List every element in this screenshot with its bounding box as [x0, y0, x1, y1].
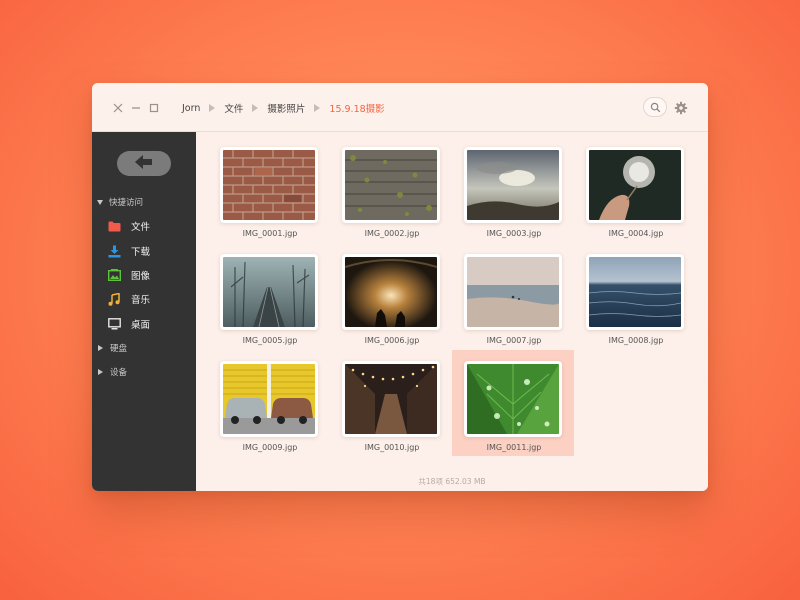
file-tile[interactable]: IMG_0007.jgp [452, 250, 564, 353]
file-name: IMG_0010.jgp [364, 443, 420, 452]
thumbnail [342, 361, 440, 437]
search-icon [650, 98, 661, 117]
sidebar-item-music[interactable]: 音乐 [107, 290, 187, 308]
file-tile[interactable]: IMG_0010.jgp [330, 357, 442, 460]
photo-wood-planks [345, 150, 437, 220]
photo-cloudy-sky [467, 150, 559, 220]
file-name: IMG_0006.jgp [364, 336, 420, 345]
file-tile[interactable]: IMG_0004.jgp [574, 143, 686, 246]
breadcrumb-item-photos[interactable]: 摄影照片 [267, 101, 305, 115]
close-icon[interactable] [111, 100, 125, 114]
desktop-icon [107, 317, 121, 331]
file-tile[interactable]: IMG_0003.jgp [452, 143, 564, 246]
sidebar-item-label: 文件 [131, 222, 151, 233]
file-name: IMG_0003.jgp [486, 229, 542, 238]
thumbnail [464, 361, 562, 437]
thumbnail [586, 254, 684, 330]
breadcrumb: Jorn 文件 摄影照片 15.9.18摄影 [182, 100, 385, 116]
thumbnail [586, 147, 684, 223]
thumbnail [220, 361, 318, 437]
back-button[interactable] [117, 151, 171, 176]
file-tile[interactable]: IMG_0009.jgp [208, 357, 320, 460]
maximize-icon[interactable] [147, 100, 161, 114]
section-label: 硬盘 [110, 344, 128, 354]
file-tile[interactable]: IMG_0005.jgp [208, 250, 320, 353]
title-bar: Jorn 文件 摄影照片 15.9.18摄影 [92, 83, 708, 132]
breadcrumb-item-user[interactable]: Jorn [182, 103, 200, 114]
file-tile[interactable]: IMG_0002.jgp [330, 143, 442, 246]
file-name: IMG_0004.jgp [608, 229, 664, 238]
photo-concert-light [345, 257, 437, 327]
sidebar-item-label: 桌面 [131, 320, 151, 331]
search-button[interactable] [643, 97, 667, 117]
breadcrumb-item-files[interactable]: 文件 [224, 101, 243, 115]
status-bar-summary: 共18项 652.03 MB [418, 477, 486, 486]
sidebar: 快捷访问 文件 下载 图像 音乐 桌面 硬盘 设备 [92, 132, 196, 491]
photo-foggy-railway [223, 257, 315, 327]
file-manager-window: Jorn 文件 摄影照片 15.9.18摄影 快捷访问 文件 下载 图像 音乐 … [92, 83, 708, 491]
sidebar-item-images[interactable]: 图像 [107, 266, 187, 284]
photo-brick-wall [223, 150, 315, 220]
music-icon [107, 292, 121, 306]
thumbnail [342, 147, 440, 223]
expand-arrow-icon [97, 199, 103, 205]
sidebar-item-files[interactable]: 文件 [107, 217, 187, 235]
thumbnail [342, 254, 440, 330]
collapse-arrow-icon [98, 345, 103, 351]
collapse-arrow-icon [98, 369, 103, 375]
file-tile[interactable]: IMG_0008.jgp [574, 250, 686, 353]
file-name: IMG_0011.jgp [486, 443, 542, 452]
thumbnail [220, 147, 318, 223]
section-label: 设备 [110, 368, 128, 378]
file-name: IMG_0008.jgp [608, 336, 664, 345]
breadcrumb-separator-icon [314, 104, 321, 112]
download-icon [107, 244, 121, 258]
sidebar-item-desktop[interactable]: 桌面 [107, 315, 187, 333]
file-grid: IMG_0001.jgp IMG_0002.jgp IMG_0003.jgp I… [196, 132, 708, 491]
photo-vintage-cars [223, 364, 315, 434]
section-label: 快捷访问 [109, 198, 144, 208]
sidebar-section-drives[interactable]: 硬盘 [97, 342, 127, 354]
breadcrumb-item-current[interactable]: 15.9.18摄影 [329, 101, 384, 115]
file-name: IMG_0001.jgp [242, 229, 298, 238]
file-tile-selected[interactable]: IMG_0011.jgp [452, 350, 574, 456]
photo-beach [467, 257, 559, 327]
file-name: IMG_0009.jgp [242, 443, 298, 452]
file-name: IMG_0002.jgp [364, 229, 420, 238]
breadcrumb-separator-icon [209, 104, 216, 112]
thumbnail [220, 254, 318, 330]
thumbnail [464, 147, 562, 223]
sidebar-item-downloads[interactable]: 下载 [107, 242, 187, 260]
sidebar-section-quick-access[interactable]: 快捷访问 [97, 196, 143, 208]
photo-dandelion [589, 150, 681, 220]
arrow-left-icon [134, 154, 154, 174]
folder-icon [107, 219, 121, 233]
gear-icon[interactable] [674, 100, 688, 115]
minimize-icon[interactable] [129, 100, 143, 114]
thumbnail [464, 254, 562, 330]
file-tile[interactable]: IMG_0006.jgp [330, 250, 442, 353]
image-icon [107, 268, 121, 282]
sidebar-item-label: 图像 [131, 271, 151, 282]
sidebar-section-devices[interactable]: 设备 [97, 366, 127, 378]
file-name: IMG_0007.jgp [486, 336, 542, 345]
photo-leaf-droplets [467, 364, 559, 434]
file-tile[interactable]: IMG_0001.jgp [208, 143, 320, 246]
file-name: IMG_0005.jgp [242, 336, 298, 345]
sidebar-item-label: 音乐 [131, 295, 151, 306]
breadcrumb-separator-icon [252, 104, 259, 112]
sidebar-item-label: 下载 [131, 247, 151, 258]
photo-market-lights [345, 364, 437, 434]
photo-ocean-waves [589, 257, 681, 327]
